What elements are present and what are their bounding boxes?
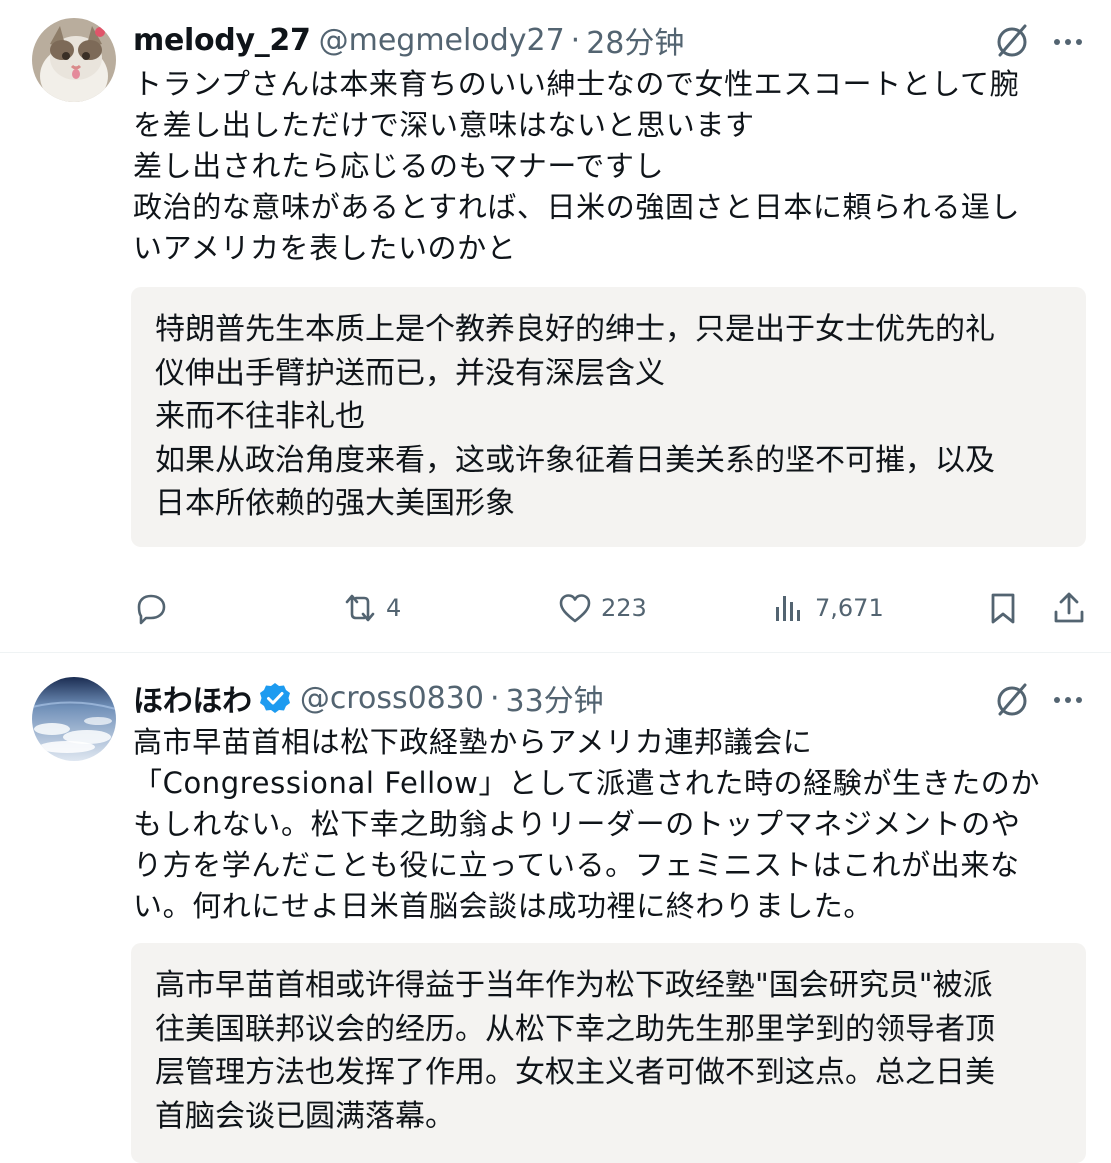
tweet[interactable]: ほわほわ @cross0830 · 33分钟 高市早苗首相は松下政経塾からアメリ… (0, 652, 1111, 1163)
grok-icon[interactable] (992, 21, 1032, 61)
earth-clouds-avatar-image (32, 677, 116, 761)
avatar[interactable] (32, 18, 116, 102)
tweet-text: 高市早苗首相は松下政経塾からアメリカ連邦議会に 「Congressional F… (133, 725, 1040, 923)
repost-count: 4 (386, 594, 402, 622)
like-icon (559, 594, 591, 623)
bookmark-button[interactable] (985, 583, 1021, 633)
grok-icon[interactable] (992, 680, 1032, 720)
timestamp[interactable]: 33分钟 (506, 676, 604, 720)
avatar[interactable] (32, 677, 116, 761)
share-button[interactable] (1051, 583, 1087, 633)
tweet[interactable]: melody_27 @megmelody27 · 28分钟 トランプさんは本来育… (0, 0, 1111, 652)
views-icon (776, 596, 800, 621)
cat-avatar-image (32, 18, 116, 102)
translation-box: 特朗普先生本质上是个教养良好的绅士，只是出于女士优先的礼 仪伸出手臂护送而已，并… (131, 287, 1086, 547)
tweet-actions: 4 223 7,671 (133, 583, 1088, 633)
repost-icon (345, 594, 375, 622)
views-count: 7,671 (815, 594, 884, 622)
timestamp[interactable]: 28分钟 (586, 18, 684, 62)
repost-button[interactable]: 4 (342, 583, 401, 633)
like-button[interactable]: 223 (557, 583, 647, 633)
bookmark-icon (991, 593, 1015, 624)
share-icon (1054, 592, 1084, 623)
display-name[interactable]: melody_27 (133, 23, 311, 58)
handle[interactable]: @megmelody27 (319, 23, 565, 58)
separator-dot: · (570, 22, 581, 58)
translation-box: 高市早苗首相或许得益于当年作为松下政经塾"国会研究员"被派 往美国联邦议会的经历… (131, 943, 1086, 1163)
reply-button[interactable] (133, 583, 177, 633)
reply-icon (137, 594, 166, 625)
display-name[interactable]: ほわほわ (133, 676, 252, 720)
tweet-header: ほわほわ @cross0830 · 33分钟 (133, 676, 604, 720)
verified-badge-icon[interactable] (258, 681, 292, 715)
views-button[interactable]: 7,671 (771, 583, 884, 633)
handle[interactable]: @cross0830 (300, 681, 484, 716)
more-icon[interactable] (1050, 24, 1086, 60)
tweet-header: melody_27 @megmelody27 · 28分钟 (133, 18, 684, 62)
like-count: 223 (601, 594, 647, 622)
more-icon[interactable] (1050, 682, 1086, 718)
tweet-text: トランプさんは本来育ちのいい紳士なので女性エスコートとして腕 を差し出しただけで… (133, 67, 1021, 265)
separator-dot: · (489, 680, 500, 716)
